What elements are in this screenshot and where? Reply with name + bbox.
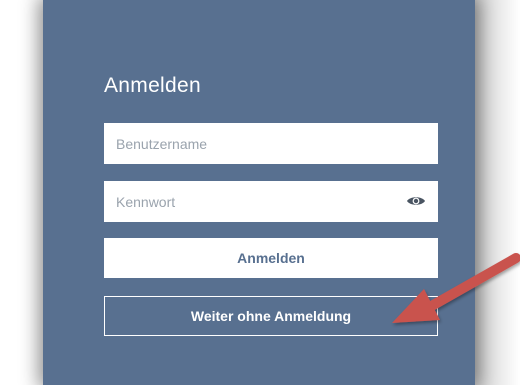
continue-without-login-button[interactable]: Weiter ohne Anmeldung [104, 296, 438, 336]
password-input[interactable] [104, 181, 438, 222]
page: Anmelden Anmelden Weiter ohne Anmeldung [0, 0, 520, 385]
eye-icon[interactable] [406, 193, 426, 209]
login-button[interactable]: Anmelden [104, 238, 438, 278]
left-gutter [0, 0, 43, 385]
login-title: Anmelden [104, 74, 201, 97]
username-input[interactable] [104, 123, 438, 164]
panel-shadow [475, 0, 520, 385]
